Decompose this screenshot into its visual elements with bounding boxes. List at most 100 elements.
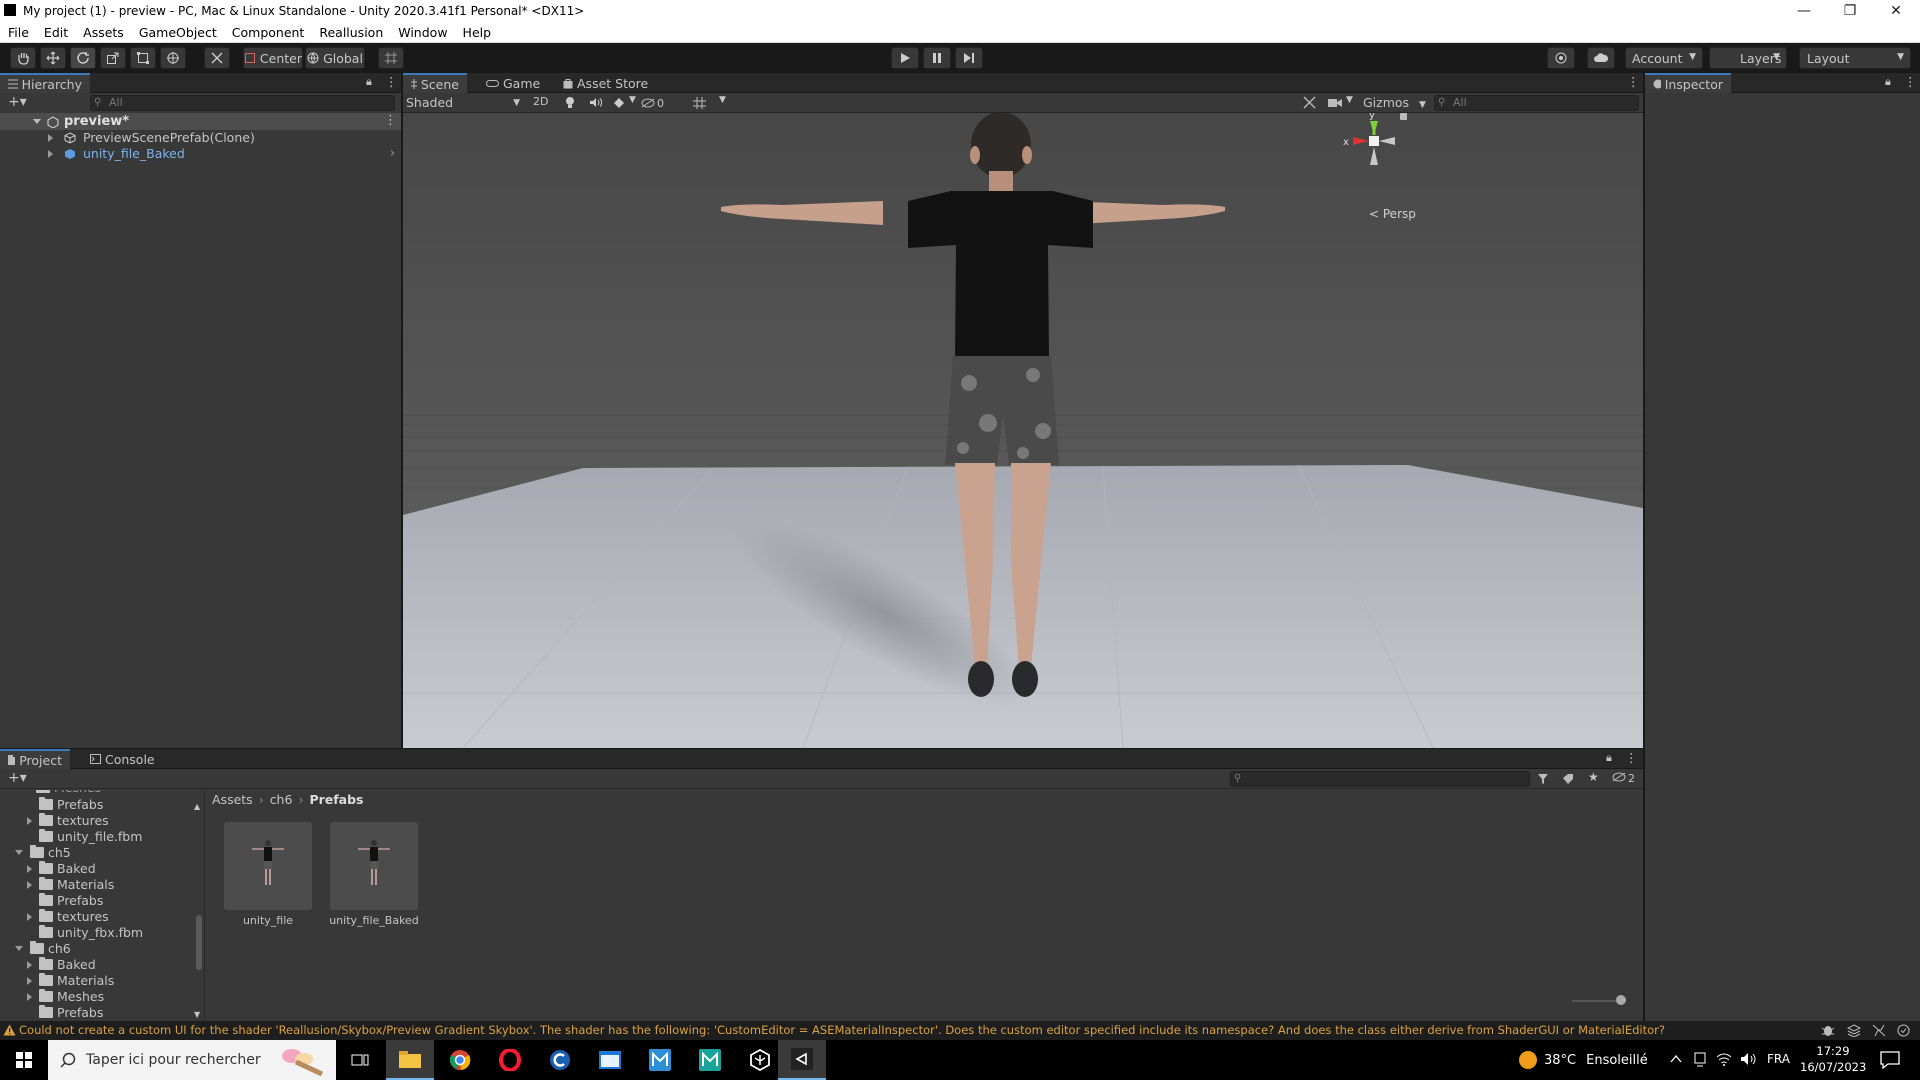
step-button[interactable] bbox=[955, 47, 983, 69]
scroll-down-icon[interactable]: ▼ bbox=[194, 1010, 200, 1019]
scene-menu-icon[interactable]: ⋮ bbox=[384, 113, 397, 128]
effects-icon[interactable] bbox=[613, 97, 626, 108]
clock[interactable]: 17:29 16/07/2023 bbox=[1800, 1043, 1866, 1075]
chevron-right-icon[interactable] bbox=[27, 817, 32, 825]
menu-window[interactable]: Window bbox=[398, 25, 447, 40]
tab-hierarchy[interactable]: Hierarchy bbox=[0, 73, 90, 93]
chevron-right-icon[interactable] bbox=[27, 881, 32, 889]
menu-file[interactable]: File bbox=[8, 25, 29, 40]
wifi-icon[interactable] bbox=[1716, 1052, 1732, 1066]
persp-label[interactable]: < Persp bbox=[1369, 207, 1416, 221]
tree-item[interactable]: Materials bbox=[27, 973, 114, 989]
gizmo-lock-icon[interactable] bbox=[1400, 113, 1407, 120]
tree-item[interactable]: ch6 bbox=[15, 941, 71, 957]
layers-dropdown[interactable]: Layers ▼ bbox=[1709, 47, 1787, 69]
hierarchy-search-input[interactable]: ⚲ All bbox=[90, 95, 395, 111]
progress-icon[interactable] bbox=[1897, 1024, 1910, 1037]
auto-generate-lighting-icon[interactable] bbox=[1872, 1024, 1886, 1037]
chevron-down-icon[interactable]: ▼ bbox=[1346, 95, 1353, 105]
tree-item[interactable]: Prefabs bbox=[27, 893, 103, 909]
scene-row[interactable]: preview* ⋮ bbox=[0, 113, 401, 130]
tab-asset-store[interactable]: Asset Store bbox=[555, 73, 656, 93]
cloud-button[interactable] bbox=[1587, 47, 1615, 69]
layers-stack-icon[interactable] bbox=[1847, 1024, 1861, 1037]
app-m2-button[interactable] bbox=[686, 1040, 734, 1080]
chevron-right-icon[interactable] bbox=[27, 865, 32, 873]
slider-handle[interactable] bbox=[1616, 995, 1626, 1005]
pivot-center-button[interactable]: Center bbox=[243, 47, 303, 69]
app-m-button[interactable] bbox=[636, 1040, 684, 1080]
2d-toggle-button[interactable]: 2D bbox=[533, 95, 548, 108]
tree-item[interactable]: Meshes bbox=[27, 989, 104, 1005]
menu-edit[interactable]: Edit bbox=[44, 25, 68, 40]
rotate-tool-button[interactable] bbox=[70, 47, 96, 69]
breadcrumb-ch6[interactable]: ch6 bbox=[270, 792, 293, 807]
start-button[interactable] bbox=[0, 1040, 48, 1080]
menu-component[interactable]: Component bbox=[232, 25, 305, 40]
breadcrumb-prefabs[interactable]: Prefabs bbox=[309, 792, 363, 807]
asset-tile[interactable]: unity_file bbox=[224, 822, 312, 930]
expand-arrow-icon[interactable] bbox=[48, 150, 53, 158]
breadcrumb-assets[interactable]: Assets bbox=[212, 792, 253, 807]
grid-toggle-icon[interactable] bbox=[693, 97, 706, 109]
label-icon[interactable] bbox=[1562, 773, 1574, 785]
menu-reallusion[interactable]: Reallusion bbox=[319, 25, 383, 40]
lock-icon[interactable]: 🔒︎ bbox=[1606, 751, 1612, 765]
rect-tool-button[interactable] bbox=[130, 47, 156, 69]
scene-viewport[interactable]: x y < Persp bbox=[403, 113, 1643, 748]
hidden-packages-toggle[interactable]: 2 bbox=[1612, 772, 1635, 785]
lightbulb-icon[interactable] bbox=[565, 96, 575, 109]
chevron-down-icon[interactable] bbox=[15, 850, 23, 855]
chrome-button[interactable] bbox=[436, 1040, 484, 1080]
tree-item[interactable]: unity_file.fbm bbox=[27, 829, 142, 845]
unity-editor-button[interactable] bbox=[778, 1040, 826, 1080]
favorite-star-icon[interactable]: ★ bbox=[1588, 770, 1599, 784]
chevron-down-icon[interactable]: ▼ bbox=[629, 95, 636, 105]
language-indicator[interactable]: FRA bbox=[1767, 1052, 1790, 1066]
menu-gameobject[interactable]: GameObject bbox=[139, 25, 217, 40]
tree-item[interactable]: Baked bbox=[27, 861, 96, 877]
kebab-menu-icon[interactable]: ⋮ bbox=[1625, 750, 1638, 765]
tools-icon[interactable] bbox=[1303, 96, 1316, 109]
lock-icon[interactable]: 🔒︎ bbox=[366, 75, 372, 89]
device-icon[interactable] bbox=[1693, 1052, 1707, 1068]
account-dropdown[interactable]: Account ▼ bbox=[1625, 47, 1703, 69]
custom-tool-button[interactable] bbox=[204, 47, 230, 69]
layout-dropdown[interactable]: Layout ▼ bbox=[1799, 47, 1911, 69]
unity-hub-button[interactable] bbox=[736, 1040, 784, 1080]
snap-button[interactable] bbox=[378, 47, 404, 69]
chevron-down-icon[interactable] bbox=[15, 946, 23, 951]
collab-button[interactable] bbox=[1547, 47, 1575, 69]
minimize-button[interactable]: — bbox=[1781, 0, 1827, 22]
create-asset-button[interactable]: +▾ bbox=[8, 770, 27, 786]
tree-item[interactable]: Baked bbox=[27, 957, 96, 973]
add-button[interactable]: +▾ bbox=[8, 94, 27, 110]
hidden-objects-toggle[interactable]: 0 bbox=[641, 95, 664, 111]
bug-icon[interactable] bbox=[1821, 1024, 1835, 1037]
menu-help[interactable]: Help bbox=[463, 25, 492, 40]
mail-button[interactable] bbox=[586, 1040, 634, 1080]
kebab-menu-icon[interactable]: ⋮ bbox=[385, 74, 398, 89]
tree-item[interactable]: Prefabs bbox=[27, 797, 103, 813]
lock-icon[interactable]: 🔒︎ bbox=[1885, 75, 1891, 89]
gizmos-dropdown[interactable]: Gizmos ▼ bbox=[1363, 95, 1426, 111]
tab-game[interactable]: Game bbox=[478, 73, 548, 93]
move-tool-button[interactable] bbox=[40, 47, 66, 69]
task-view-button[interactable] bbox=[336, 1040, 384, 1080]
chevron-up-icon[interactable] bbox=[1670, 1054, 1682, 1064]
tree-item[interactable]: textures bbox=[27, 909, 109, 925]
tree-item[interactable]: Meshes bbox=[36, 790, 101, 796]
volume-icon[interactable] bbox=[1740, 1052, 1756, 1066]
scale-tool-button[interactable] bbox=[100, 47, 126, 69]
chevron-down-icon[interactable]: ▼ bbox=[719, 95, 726, 105]
transform-tool-button[interactable] bbox=[160, 47, 186, 69]
project-search-input[interactable]: ⚲ bbox=[1230, 771, 1530, 787]
audio-icon[interactable] bbox=[589, 97, 602, 108]
search-by-type-icon[interactable] bbox=[1537, 773, 1549, 785]
file-explorer-button[interactable] bbox=[386, 1040, 434, 1080]
chevron-right-icon[interactable]: › bbox=[390, 146, 395, 161]
hand-tool-button[interactable] bbox=[10, 47, 36, 69]
tree-item[interactable]: Prefabs bbox=[27, 1005, 103, 1021]
expand-arrow-icon[interactable] bbox=[33, 119, 41, 124]
pause-button[interactable] bbox=[923, 47, 951, 69]
